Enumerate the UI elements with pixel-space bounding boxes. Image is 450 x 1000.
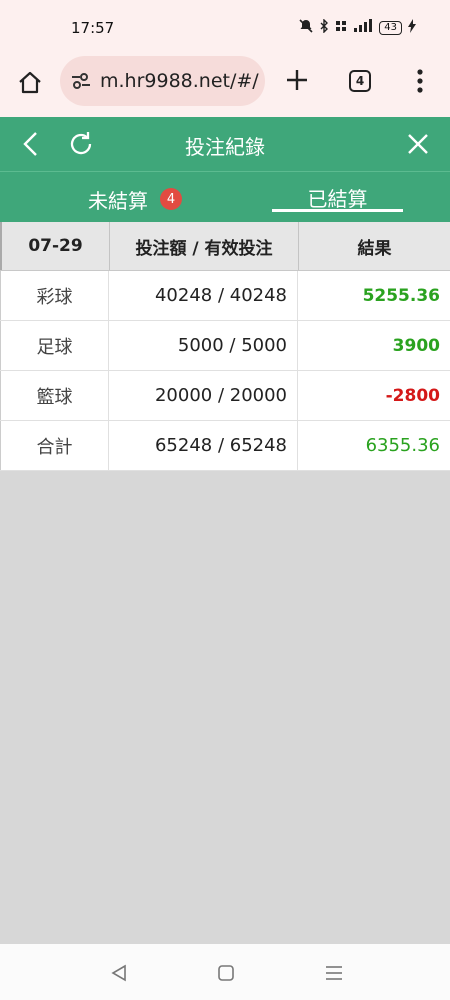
app-header: 投注紀錄 — [0, 117, 450, 171]
more-menu-button[interactable] — [408, 66, 432, 96]
address-bar[interactable]: m.hr9988.net/#/( — [60, 56, 265, 106]
url-text[interactable]: m.hr9988.net/#/( — [100, 70, 260, 92]
total-amount: 65248 / 65248 — [109, 421, 298, 470]
square-home-icon — [218, 965, 234, 981]
row-result: -2800 — [385, 385, 440, 406]
tab-settled[interactable]: 已結算 — [272, 172, 403, 222]
row-result: 5255.36 — [362, 285, 440, 306]
plus-icon — [287, 70, 307, 90]
kebab-icon — [417, 69, 423, 93]
row-result: 3900 — [392, 335, 440, 356]
active-tab-indicator — [272, 209, 403, 212]
table-total-row: 合計 65248 / 65248 6355.36 — [0, 421, 450, 471]
close-button[interactable] — [403, 129, 433, 159]
row-bet-type: 足球 — [0, 321, 109, 370]
status-icons: 43 — [299, 18, 416, 36]
battery-icon: 43 — [379, 20, 402, 35]
site-settings-icon[interactable] — [70, 70, 92, 92]
nav-home-button[interactable] — [214, 962, 238, 984]
triangle-back-icon — [111, 964, 126, 982]
total-label: 合計 — [0, 421, 109, 470]
home-button[interactable] — [15, 68, 45, 98]
column-header-date: 07-29 — [0, 222, 109, 270]
table-row[interactable]: 籃球 20000 / 20000 -2800 — [0, 371, 450, 421]
row-bet-amount: 40248 / 40248 — [109, 271, 298, 320]
tab-switcher-button[interactable]: 4 — [349, 70, 371, 92]
total-result: 6355.36 — [365, 435, 440, 456]
charging-icon — [408, 19, 416, 36]
row-bet-amount: 20000 / 20000 — [109, 371, 298, 420]
row-bet-amount: 5000 / 5000 — [109, 321, 298, 370]
column-header-result: 結果 — [298, 222, 450, 270]
bluetooth-icon — [319, 18, 329, 36]
row-bet-type: 彩球 — [0, 271, 109, 320]
column-header-amount: 投注額 / 有效投注 — [109, 222, 298, 270]
nav-recents-button[interactable] — [322, 962, 346, 984]
nav-back-button[interactable] — [107, 962, 131, 984]
browser-toolbar: m.hr9988.net/#/( 4 — [0, 56, 450, 117]
row-bet-type: 籃球 — [0, 371, 109, 420]
table-row[interactable]: 足球 5000 / 5000 3900 — [0, 321, 450, 371]
signal-icon — [353, 19, 373, 36]
status-bar: 17:57 43 — [0, 0, 450, 56]
tab-settled-label: 已結算 — [307, 186, 368, 211]
close-icon — [408, 134, 428, 154]
menu-lines-icon — [326, 966, 342, 980]
table-header: 07-29 投注額 / 有效投注 結果 — [0, 222, 450, 271]
settlement-tabs: 未結算 4 已結算 — [0, 171, 450, 222]
volte-icon — [335, 19, 347, 36]
tab-unsettled-label: 未結算 — [88, 188, 148, 213]
system-nav-bar — [0, 944, 450, 1000]
page-title: 投注紀錄 — [185, 135, 265, 159]
bet-record-table: 07-29 投注額 / 有效投注 結果 彩球 40248 / 40248 525… — [0, 222, 450, 471]
home-icon — [19, 71, 41, 94]
new-tab-button[interactable] — [283, 66, 311, 94]
status-time: 17:57 — [71, 19, 115, 37]
unsettled-count-badge: 4 — [160, 188, 182, 210]
table-row[interactable]: 彩球 40248 / 40248 5255.36 — [0, 271, 450, 321]
mute-icon — [299, 19, 313, 36]
tab-unsettled[interactable]: 未結算 4 — [50, 174, 220, 224]
